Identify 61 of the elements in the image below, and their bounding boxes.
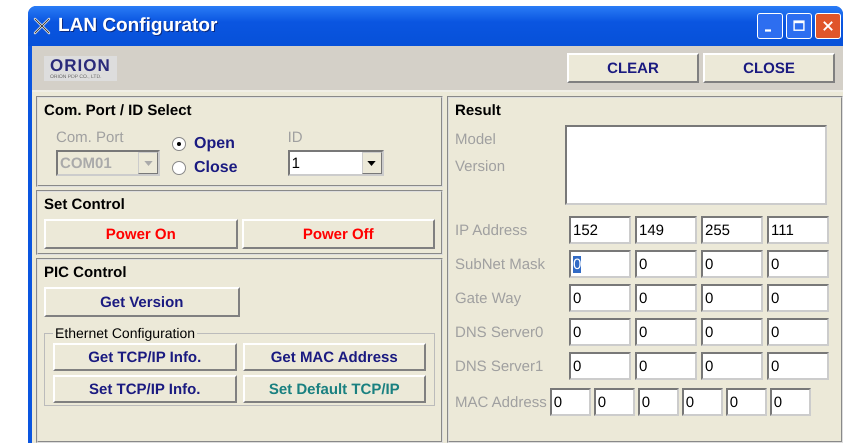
panel-title: Com. Port / ID Select xyxy=(44,102,193,119)
maximize-button[interactable] xyxy=(786,13,812,39)
octet-field[interactable]: 0 xyxy=(701,250,763,278)
field-label: SubNet Mask xyxy=(455,256,546,272)
caret-icon xyxy=(144,160,152,166)
octet-field[interactable]: 0 xyxy=(767,352,829,380)
field-label: Model xyxy=(455,131,497,148)
id-label: ID xyxy=(288,129,304,146)
minimize-icon xyxy=(765,28,771,32)
toolbar-button[interactable]: CLOSE xyxy=(703,53,835,83)
ethernet-button[interactable]: Get TCP/IP Info. xyxy=(53,343,236,371)
octet-field[interactable]: 0 xyxy=(635,284,697,312)
octet-field[interactable]: 0 xyxy=(701,284,763,312)
octet-field[interactable]: 0 xyxy=(635,318,697,346)
toolbar-button[interactable]: CLEAR xyxy=(567,53,699,83)
ethernet-button[interactable]: Get MAC Address xyxy=(242,343,426,371)
octet-field[interactable]: 0 xyxy=(635,352,697,380)
octet-field[interactable]: 0 xyxy=(701,352,763,380)
octet-field[interactable]: 152 xyxy=(569,216,631,244)
octet-field[interactable]: 0 xyxy=(569,318,631,346)
group-title: Ethernet Configuration xyxy=(54,325,196,341)
field-label: DNS Server0 xyxy=(455,324,544,340)
octet-field[interactable]: 149 xyxy=(635,216,697,244)
mac-field[interactable]: 0 xyxy=(726,388,767,416)
tools-icon xyxy=(32,16,52,36)
octet-field[interactable]: 0 xyxy=(767,250,829,278)
octet-field[interactable]: 0 xyxy=(569,284,631,312)
field-label: Gate Way xyxy=(455,290,522,306)
octet-field[interactable]: 111 xyxy=(767,216,829,244)
octet-field[interactable]: 0 xyxy=(701,318,763,346)
octet-field[interactable]: 255 xyxy=(701,216,763,244)
mac-field[interactable]: 0 xyxy=(770,388,811,416)
close-icon xyxy=(821,19,835,33)
panel-title: Set Control xyxy=(44,196,126,213)
octet-field[interactable]: 0 xyxy=(635,250,697,278)
close-button[interactable] xyxy=(815,13,841,39)
radio-option[interactable]: Open xyxy=(172,135,238,153)
octet-field[interactable]: 0 xyxy=(767,318,829,346)
caret-icon xyxy=(367,160,376,166)
field-label: MAC Address xyxy=(455,394,547,410)
com-port-label: Com. Port xyxy=(56,129,125,146)
field-label: DNS Server1 xyxy=(455,358,544,374)
get-version-button[interactable]: Get Version xyxy=(44,287,240,317)
mac-field[interactable]: 0 xyxy=(550,388,591,416)
minimize-button[interactable] xyxy=(757,13,783,39)
maximize-icon xyxy=(792,19,806,33)
field-label: IP Address xyxy=(455,222,528,238)
mac-field[interactable]: 0 xyxy=(638,388,679,416)
panel-title: PIC Control xyxy=(44,264,128,281)
field-label: Version xyxy=(455,158,506,175)
octet-field[interactable]: 0 xyxy=(767,284,829,312)
ethernet-button[interactable]: Set Default TCP/IP xyxy=(242,375,426,403)
radio-option[interactable]: Close xyxy=(172,159,238,177)
octet-field[interactable]: 0 xyxy=(569,352,631,380)
ethernet-button[interactable]: Set TCP/IP Info. xyxy=(53,375,236,403)
window-title: LAN Configurator xyxy=(58,15,218,37)
panel-title: Result xyxy=(455,102,502,119)
id-dropdown[interactable]: 1 xyxy=(288,150,384,176)
mac-field[interactable]: 0 xyxy=(594,388,635,416)
mac-field[interactable]: 0 xyxy=(682,388,723,416)
octet-field[interactable]: 0 xyxy=(569,250,631,278)
